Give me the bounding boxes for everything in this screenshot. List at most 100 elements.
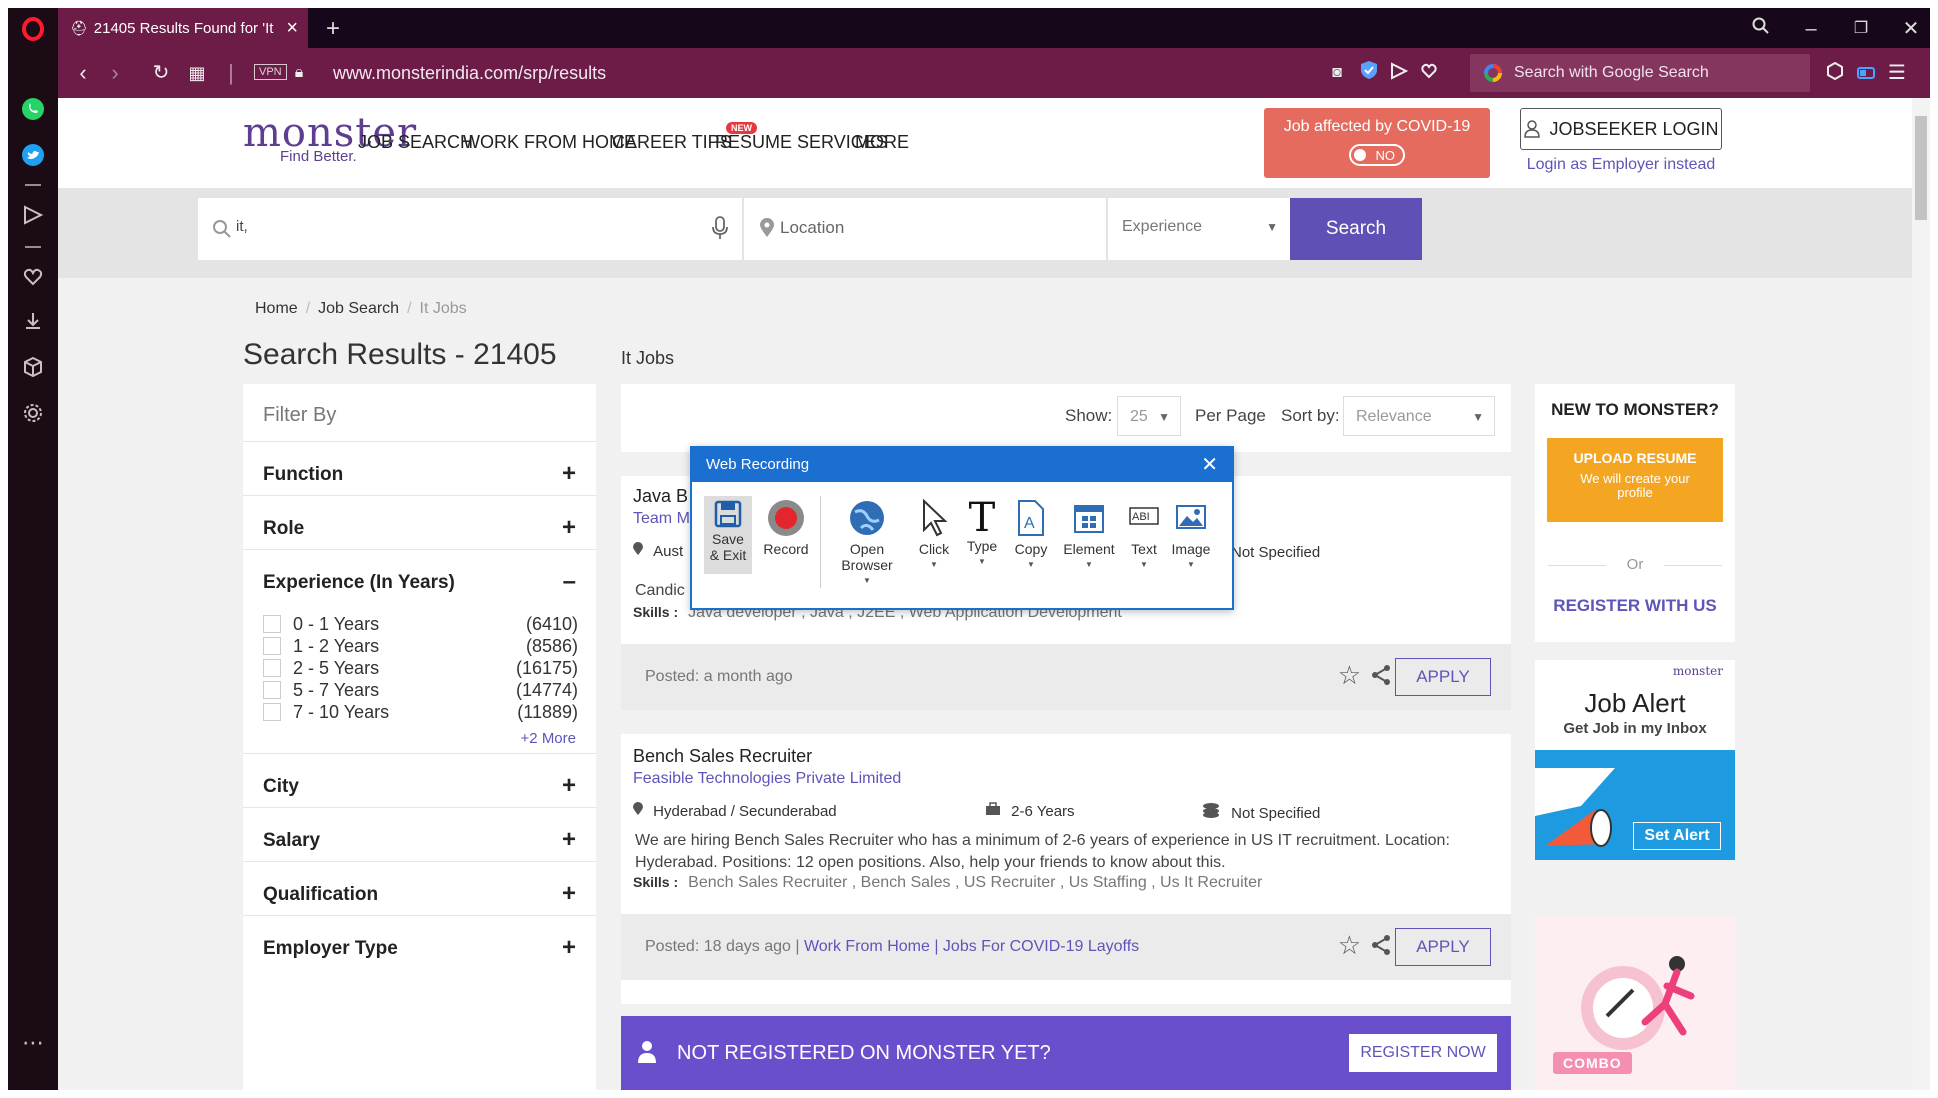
save-exit-tool[interactable]: Save & Exit: [704, 496, 752, 574]
close-icon[interactable]: ✕: [1201, 448, 1218, 482]
download-icon[interactable]: [20, 308, 46, 334]
image-tool[interactable]: Image ▼: [1166, 498, 1216, 573]
experience-option[interactable]: 5 - 7 Years (14774): [263, 678, 578, 702]
register-banner: NOT REGISTERED ON MONSTER YET? REGISTER …: [621, 1016, 1511, 1090]
set-alert-button[interactable]: Set Alert: [1633, 822, 1721, 850]
keyword-field[interactable]: it,: [198, 198, 742, 260]
register-now-button[interactable]: REGISTER NOW: [1349, 1034, 1497, 1072]
reload-icon[interactable]: ↻: [148, 60, 174, 86]
covid-toggle[interactable]: NO: [1349, 144, 1405, 166]
open-browser-tool[interactable]: Open Browser ▼: [832, 498, 902, 589]
close-tab-icon[interactable]: ×: [286, 17, 298, 40]
click-tool[interactable]: Click ▼: [912, 498, 956, 573]
checkbox[interactable]: [263, 659, 281, 677]
checkbox[interactable]: [263, 615, 281, 633]
send-icon[interactable]: [20, 202, 46, 228]
experience-dropdown[interactable]: Experience ▼: [1108, 198, 1290, 260]
star-icon[interactable]: ☆: [1338, 662, 1361, 688]
combo-ad[interactable]: COMBO: [1535, 916, 1735, 1090]
new-tab-icon[interactable]: +: [320, 16, 346, 42]
settings-gear-icon[interactable]: [20, 400, 46, 426]
google-search-field[interactable]: Search with Google Search: [1470, 54, 1810, 92]
nav-job-search[interactable]: JOB SEARCH: [358, 132, 473, 153]
flow-send-icon[interactable]: [1386, 60, 1412, 86]
experience-option[interactable]: 1 - 2 Years (8586): [263, 634, 578, 658]
job-alert-ad[interactable]: monster Job Alert Get Job in my Inbox Se…: [1535, 660, 1735, 860]
breadcrumb-home[interactable]: Home: [255, 300, 298, 317]
filter-city[interactable]: City +: [243, 754, 596, 808]
job-title[interactable]: Bench Sales Recruiter: [633, 746, 812, 767]
twitter-icon[interactable]: [20, 142, 46, 168]
filter-qualification[interactable]: Qualification +: [243, 862, 596, 916]
forward-icon[interactable]: ›: [102, 60, 128, 86]
apply-button[interactable]: APPLY: [1395, 928, 1491, 966]
filter-employer-type[interactable]: Employer Type +: [243, 916, 596, 970]
back-icon[interactable]: ‹: [70, 60, 96, 86]
jobseeker-login-button[interactable]: JOBSEEKER LOGIN: [1520, 108, 1722, 150]
dialog-titlebar[interactable]: Web Recording ✕: [692, 448, 1232, 482]
easy-setup-icon[interactable]: ☰: [1884, 60, 1910, 86]
per-page-select[interactable]: 25 ▼: [1117, 396, 1181, 436]
job-tags-link[interactable]: Work From Home | Jobs For COVID-19 Layof…: [804, 938, 1139, 955]
restore-icon[interactable]: ❐: [1848, 16, 1874, 42]
sort-select[interactable]: Relevance ▼: [1343, 396, 1495, 436]
search-button[interactable]: Search: [1290, 198, 1422, 260]
job-title[interactable]: Java B: [633, 486, 688, 507]
heart-icon[interactable]: [20, 264, 46, 290]
tool-label: Text: [1131, 541, 1157, 557]
experience-option[interactable]: 0 - 1 Years (6410): [263, 612, 578, 636]
more-experience-link[interactable]: +2 More: [521, 730, 576, 747]
company-name[interactable]: Feasible Technologies Private Limited: [633, 770, 901, 788]
minus-icon[interactable]: –: [563, 568, 576, 596]
job-card[interactable]: Bench Sales Recruiter Feasible Technolog…: [621, 734, 1511, 1004]
bookmark-heart-icon[interactable]: [1416, 60, 1442, 86]
extension-cube-icon[interactable]: [1822, 60, 1848, 86]
browser-tab[interactable]: ⛑ 21405 Results Found for 'It ×: [58, 8, 308, 48]
filter-salary[interactable]: Salary +: [243, 808, 596, 862]
copy-tool[interactable]: A Copy ▼: [1008, 498, 1054, 573]
camera-icon[interactable]: ◙: [1324, 60, 1350, 86]
cube-icon[interactable]: [20, 354, 46, 380]
more-dots-icon[interactable]: ⋯: [20, 1030, 46, 1056]
experience-option[interactable]: 7 - 10 Years (11889): [263, 700, 578, 724]
employer-login-link[interactable]: Login as Employer instead: [1520, 156, 1722, 174]
window-close-icon[interactable]: ✕: [1898, 16, 1924, 42]
company-name[interactable]: Team M: [633, 510, 690, 528]
nav-more[interactable]: MORE: [855, 132, 909, 153]
filter-function[interactable]: Function +: [243, 442, 596, 496]
breadcrumb-job-search[interactable]: Job Search: [318, 300, 399, 317]
shield-icon[interactable]: [1356, 60, 1382, 86]
whatsapp-icon[interactable]: [20, 96, 46, 122]
upload-resume-button[interactable]: UPLOAD RESUME We will create your profil…: [1547, 438, 1723, 522]
microphone-icon[interactable]: [712, 216, 728, 240]
star-icon[interactable]: ☆: [1338, 932, 1361, 958]
apply-button[interactable]: APPLY: [1395, 658, 1491, 696]
scrollbar-thumb[interactable]: [1915, 116, 1927, 220]
text-tool[interactable]: ABI Text ▼: [1124, 498, 1164, 573]
battery-saver-icon[interactable]: [1854, 60, 1880, 86]
share-icon[interactable]: [1371, 934, 1391, 956]
filter-role[interactable]: Role +: [243, 496, 596, 550]
minimize-icon[interactable]: –: [1798, 16, 1824, 42]
checkbox[interactable]: [263, 681, 281, 699]
plus-icon: +: [561, 880, 576, 907]
vpn-badge[interactable]: VPN: [254, 64, 287, 80]
share-icon[interactable]: [1371, 664, 1391, 686]
record-tool[interactable]: Record: [760, 498, 812, 557]
nav-career-tips[interactable]: CAREER TIPS: [612, 132, 732, 153]
type-tool[interactable]: T Type ▼: [960, 498, 1004, 570]
filter-label[interactable]: Experience (In Years): [263, 572, 455, 594]
checkbox[interactable]: [263, 703, 281, 721]
opera-logo-icon[interactable]: [20, 16, 46, 42]
url-field[interactable]: www.monsterindia.com/srp/results: [333, 60, 606, 86]
checkbox[interactable]: [263, 637, 281, 655]
location-field[interactable]: Location: [744, 198, 1106, 260]
experience-option[interactable]: 2 - 5 Years (16175): [263, 656, 578, 680]
tab-search-icon[interactable]: [1748, 16, 1774, 42]
element-tool[interactable]: Element ▼: [1058, 498, 1120, 573]
speed-dial-icon[interactable]: ▦: [184, 60, 210, 86]
scrollbar[interactable]: [1912, 98, 1930, 1090]
option-count: (8586): [525, 636, 578, 656]
register-with-us-link[interactable]: REGISTER WITH US: [1535, 596, 1735, 616]
nav-work-from-home[interactable]: WORK FROM HOME: [463, 132, 636, 153]
